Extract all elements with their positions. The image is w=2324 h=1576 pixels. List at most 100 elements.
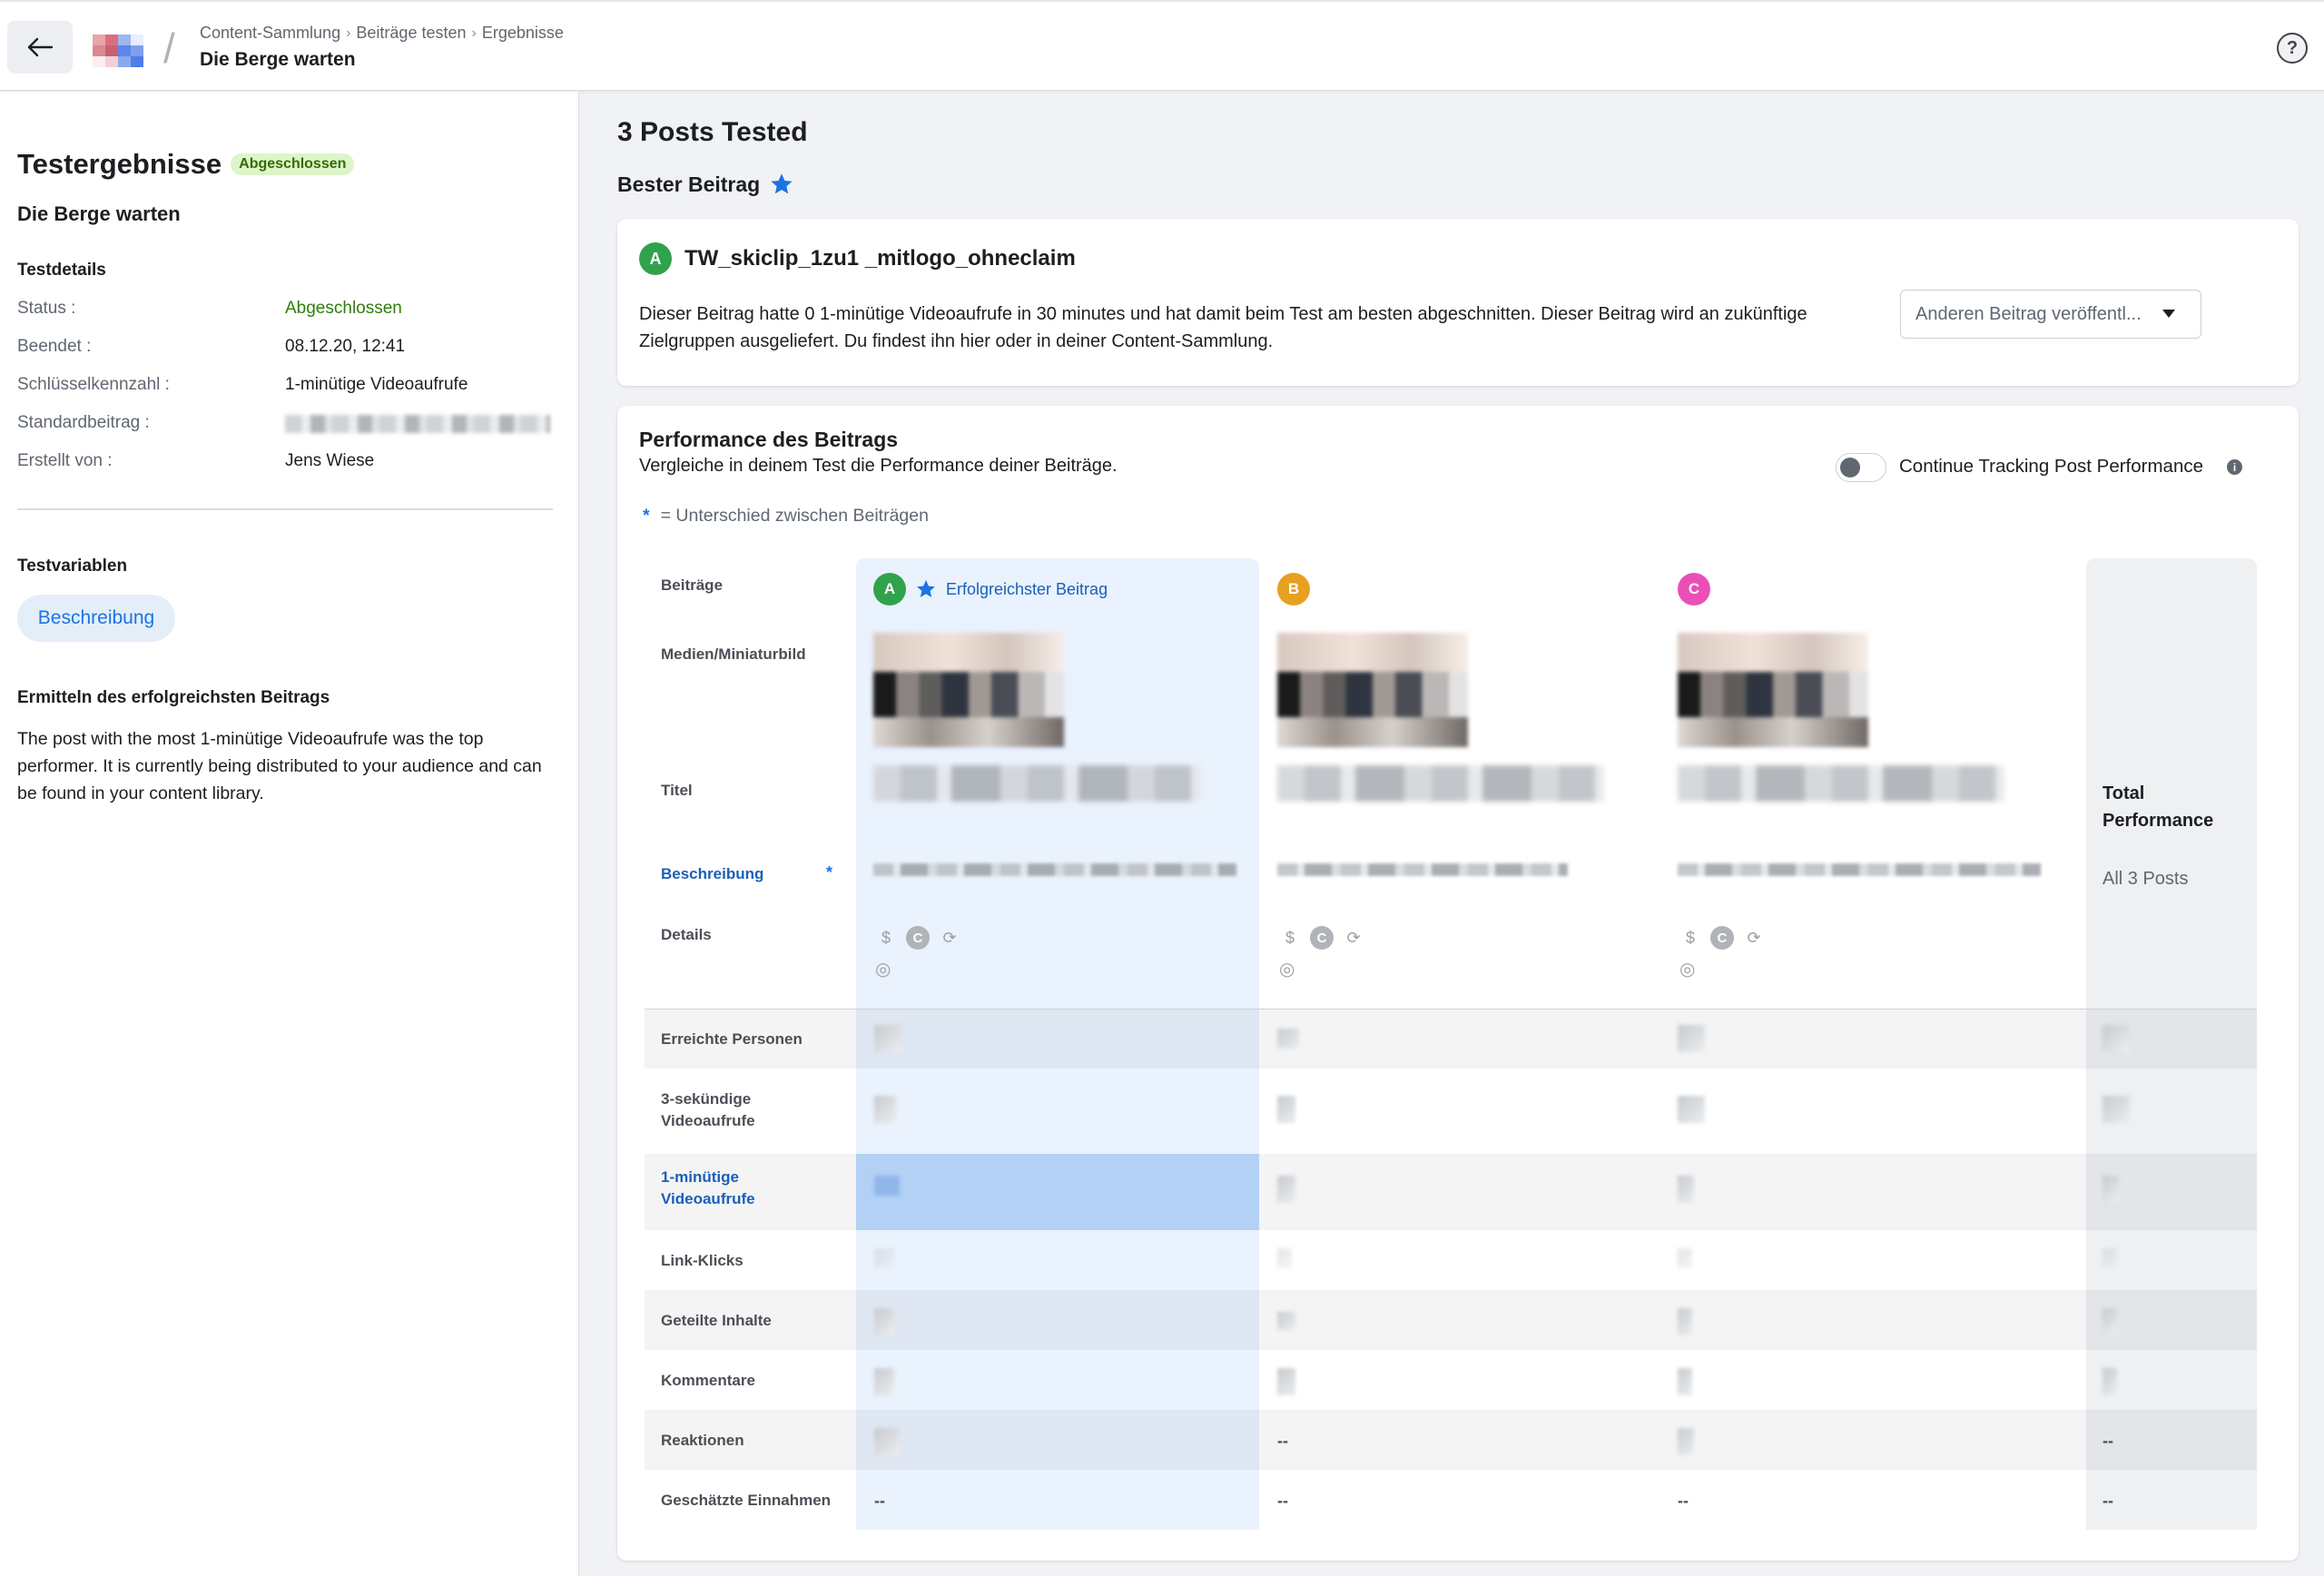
- page-logo: [93, 34, 143, 67]
- metric-cell-value: --: [2102, 1432, 2113, 1450]
- metric-label-est-earnings: Geschätzte Einnahmen: [661, 1492, 832, 1509]
- metric-label-3s-views: 3-sekündige Videoaufrufe: [661, 1090, 755, 1129]
- metric-label-reactions: Reaktionen: [661, 1432, 744, 1449]
- post-a-title-redacted: [873, 765, 1200, 802]
- detail-key: Status :: [17, 299, 76, 318]
- metric-cell-value: --: [2102, 1492, 2113, 1510]
- chevron-right-icon: ›: [471, 25, 477, 41]
- post-b-details: $ C ⟳: [1277, 925, 1366, 951]
- help-icon[interactable]: ?: [2277, 33, 2308, 64]
- metric-cell-redacted: [1277, 1176, 1295, 1203]
- testdetails-heading: Testdetails: [17, 261, 106, 280]
- results-title: Testergebnisse: [17, 148, 222, 180]
- metric-cell-value: --: [1277, 1492, 1288, 1510]
- variant-a-badge: A: [639, 242, 672, 275]
- metric-cell-redacted: [1277, 1248, 1292, 1268]
- brand-content-icon: ◎: [1679, 960, 1696, 980]
- detail-key: Schlüsselkennzahl :: [17, 375, 170, 394]
- metric-cell-value: --: [1678, 1492, 1689, 1510]
- post-b-title-redacted: [1277, 765, 1604, 802]
- metric-cell-redacted: [874, 1308, 894, 1335]
- column-b-header: B: [1277, 573, 1310, 606]
- caret-down-icon: [2162, 310, 2175, 318]
- metric-row-bg: [645, 1470, 2257, 1530]
- row-label-media: Medien/Miniaturbild: [661, 645, 806, 663]
- performance-subtitle: Vergleiche in deinem Test die Performanc…: [639, 456, 1118, 476]
- metric-cell-value: --: [1277, 1432, 1288, 1450]
- arrow-left-icon: [27, 37, 54, 57]
- winner-method-text: The post with the most 1-minütige Videoa…: [17, 729, 542, 803]
- post-c-details: $ C ⟳: [1678, 925, 1767, 951]
- variant-c-badge: C: [1678, 573, 1710, 606]
- metric-cell-redacted: [2102, 1025, 2130, 1052]
- detail-key: Erstellt von :: [17, 451, 113, 470]
- total-performance-subtitle: All 3 Posts: [2102, 869, 2189, 889]
- total-performance-title: Total Performance: [2102, 783, 2214, 831]
- brand-content-icon: ◎: [875, 960, 891, 980]
- posts-tested-heading: 3 Posts Tested: [617, 117, 808, 147]
- detail-key: Standardbeitrag :: [17, 413, 150, 432]
- legend-text: = Unterschied zwischen Beiträgen: [660, 506, 929, 526]
- breadcrumb-divider: /: [163, 25, 175, 72]
- breadcrumb-item-test-posts[interactable]: Beiträge testen: [356, 24, 466, 43]
- metric-label-shares: Geteilte Inhalte: [661, 1312, 772, 1329]
- post-b-thumbnail[interactable]: [1277, 633, 1468, 747]
- metric-cell-value: --: [874, 1492, 885, 1510]
- metric-label-1min-views: 1-minütige Videoaufrufe: [661, 1168, 755, 1207]
- publish-other-post-dropdown[interactable]: Anderen Beitrag veröffentl...: [1900, 290, 2201, 339]
- toggle-knob: [1840, 458, 1860, 478]
- divider: [17, 508, 553, 510]
- detail-value: 1-minütige Videoaufrufe: [285, 375, 468, 394]
- main-content: 3 Posts Tested Bester Beitrag A TW_skicl…: [579, 92, 2324, 1576]
- post-a-thumbnail[interactable]: [873, 633, 1064, 747]
- back-button[interactable]: [7, 21, 73, 74]
- metric-cell-redacted: [1277, 1096, 1295, 1123]
- best-post-heading: Bester Beitrag: [617, 172, 794, 197]
- metric-label-link-clicks: Link-Klicks: [661, 1252, 743, 1269]
- page-title: Die Berge warten: [200, 49, 356, 70]
- info-icon[interactable]: i: [2227, 459, 2242, 475]
- performance-title: Performance des Beitrags: [639, 428, 899, 451]
- metric-cell-redacted: [1678, 1428, 1694, 1455]
- redacted-value: [285, 415, 550, 433]
- post-c-thumbnail[interactable]: [1678, 633, 1868, 747]
- metric-cell-redacted: [2102, 1248, 2117, 1268]
- post-a-details: $ C ⟳: [873, 925, 962, 951]
- results-heading: Testergebnisse Abgeschlossen: [17, 148, 355, 181]
- metric-cell-redacted: [874, 1176, 900, 1196]
- chevron-right-icon: ›: [346, 25, 351, 41]
- variables-heading: Testvariablen: [17, 557, 128, 576]
- test-name: Die Berge warten: [17, 202, 181, 225]
- top-bar: / Content-Sammlung › Beiträge testen › E…: [0, 0, 2324, 91]
- continue-tracking-toggle[interactable]: [1836, 453, 1886, 482]
- brand-content-icon: ◎: [1279, 960, 1295, 980]
- variable-chip-description[interactable]: Beschreibung: [17, 595, 175, 642]
- detail-value: 08.12.20, 12:41: [285, 337, 406, 356]
- copyright-icon: C: [1310, 926, 1334, 950]
- no-monetization-icon: $: [881, 928, 891, 947]
- difference-asterisk: *: [826, 863, 833, 882]
- crosspost-icon: ⟳: [1747, 928, 1761, 947]
- crosspost-icon: ⟳: [1346, 928, 1361, 947]
- metric-cell-redacted: [874, 1248, 894, 1268]
- post-b-description-redacted: [1277, 863, 1568, 876]
- breadcrumb: Content-Sammlung › Beiträge testen › Erg…: [200, 24, 564, 43]
- best-post-header: A TW_skiclip_1zu1 _mitlogo_ohneclaim: [639, 242, 1076, 275]
- crosspost-icon: ⟳: [942, 928, 957, 947]
- copyright-icon: C: [1710, 926, 1734, 950]
- row-label-details: Details: [661, 926, 712, 943]
- metric-cell-redacted: [2102, 1368, 2117, 1395]
- breadcrumb-item-content-library[interactable]: Content-Sammlung: [200, 24, 340, 43]
- difference-legend: * = Unterschied zwischen Beiträgen: [643, 506, 929, 527]
- metric-cell-redacted: [1678, 1096, 1705, 1123]
- breadcrumb-item-results: Ergebnisse: [481, 24, 564, 42]
- no-monetization-icon: $: [1685, 928, 1695, 947]
- copyright-icon: C: [906, 926, 930, 950]
- comparison-table: Beiträge Medien/Miniaturbild Titel Besch…: [645, 558, 2257, 1530]
- metric-label-comments: Kommentare: [661, 1372, 755, 1389]
- row-label-title: Titel: [661, 782, 693, 799]
- post-c-title-redacted: [1678, 765, 2004, 802]
- row-label-posts: Beiträge: [661, 576, 724, 594]
- detail-value: Jens Wiese: [285, 451, 375, 470]
- variant-b-badge: B: [1277, 573, 1310, 606]
